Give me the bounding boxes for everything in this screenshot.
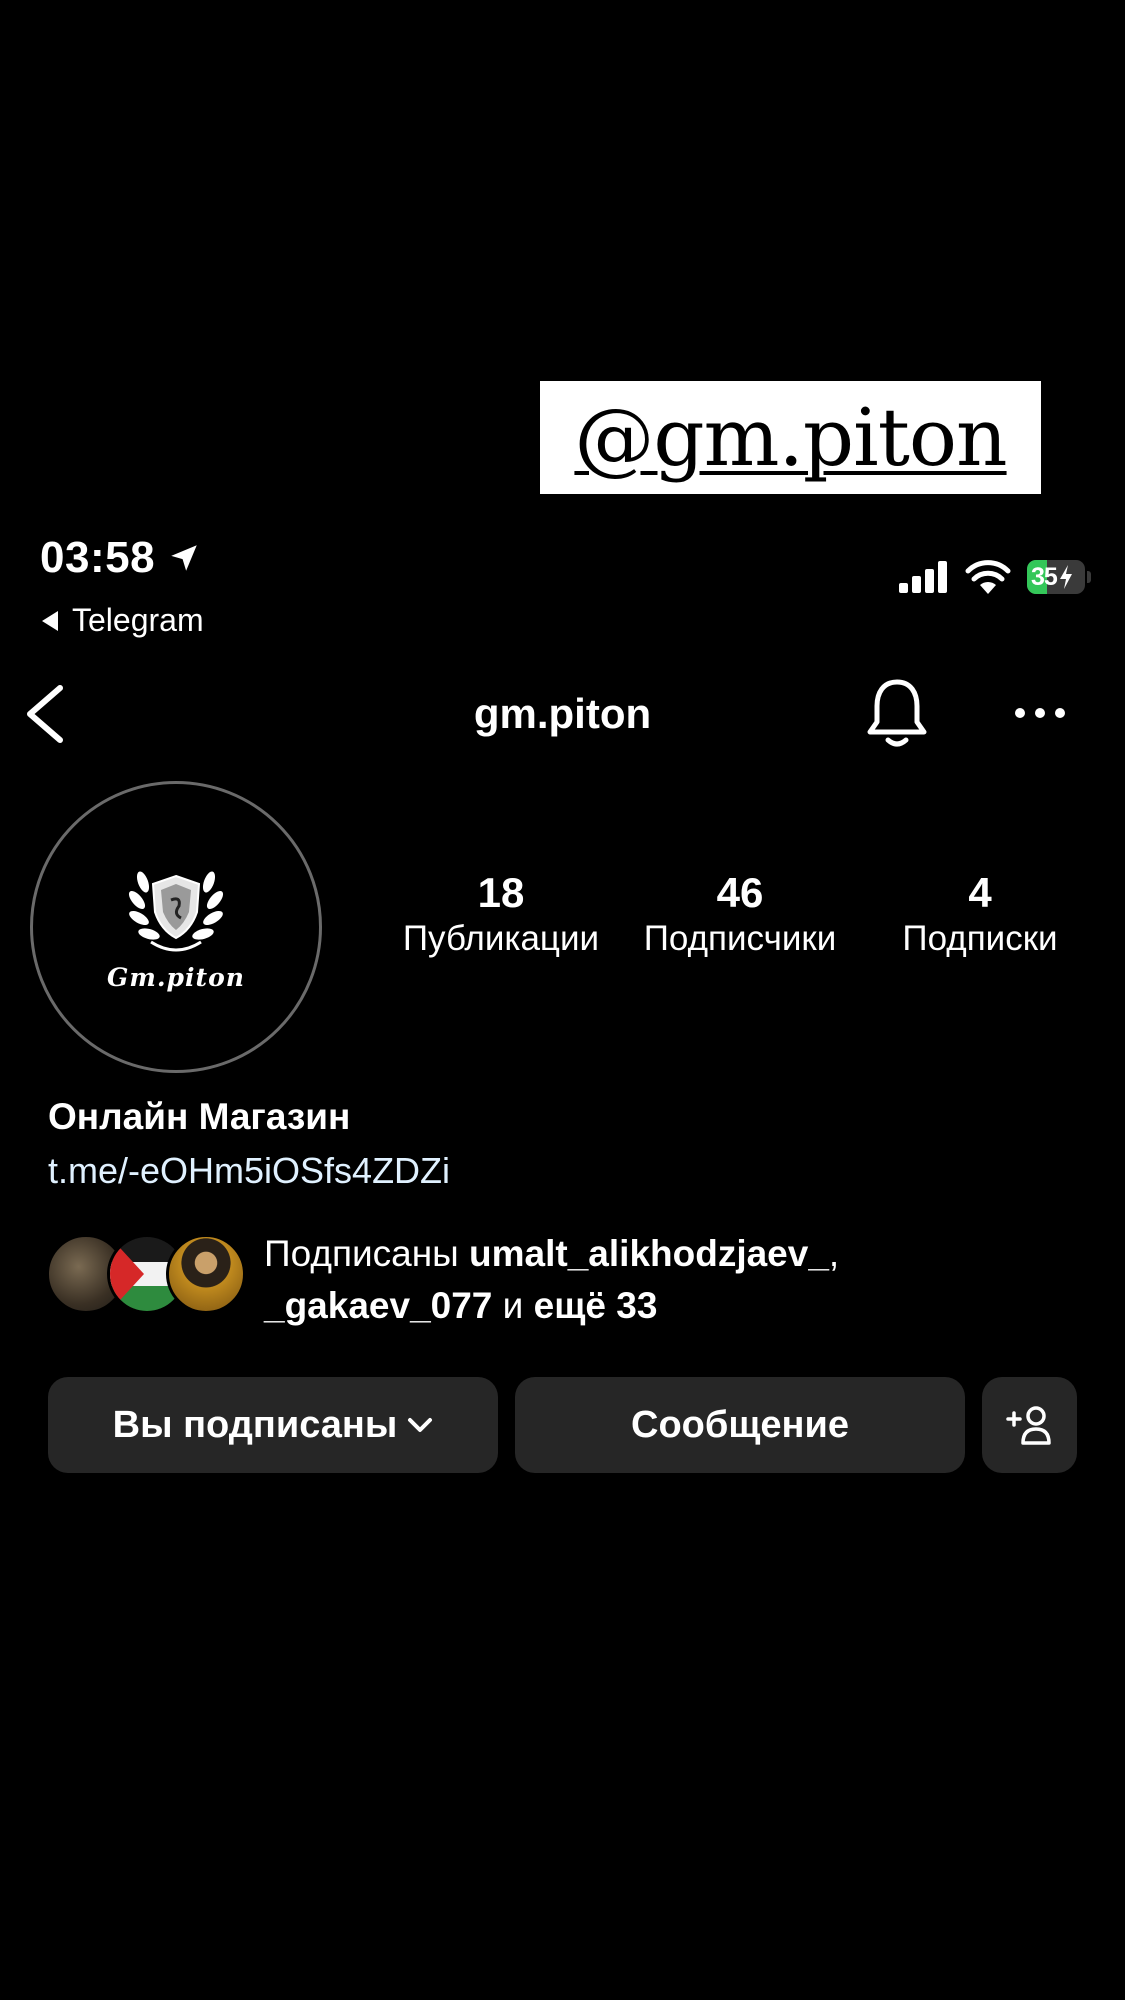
add-person-icon xyxy=(1005,1406,1051,1445)
followed-middle: и xyxy=(492,1285,534,1326)
followed-rest[interactable]: ещё 33 xyxy=(534,1285,658,1326)
stat-following[interactable]: 4 Подписки xyxy=(872,869,1088,962)
time-text: 03:58 xyxy=(40,533,156,582)
back-to-telegram[interactable]: Telegram xyxy=(40,602,204,639)
following-button-label: Вы подписаны xyxy=(112,1403,398,1446)
sticker-text: @gm.piton xyxy=(574,391,1007,484)
bell-icon[interactable] xyxy=(866,676,928,750)
suggested-users-button[interactable] xyxy=(982,1377,1077,1473)
profile-username-title: gm.piton xyxy=(473,690,652,737)
location-arrow-icon xyxy=(171,545,197,571)
chevron-down-icon xyxy=(408,1418,433,1432)
back-app-label: Telegram xyxy=(72,602,204,638)
cellular-signal-icon xyxy=(899,561,947,593)
stat-posts[interactable]: 18 Публикации xyxy=(391,869,611,962)
laurel-shield-logo-icon xyxy=(128,871,224,952)
back-triangle-icon xyxy=(42,610,58,631)
message-button-label: Сообщение xyxy=(631,1403,849,1446)
followed-by-text[interactable]: Подписаны umalt_alikhodzjaev_, _gakaev_0… xyxy=(264,1228,839,1332)
battery-level: 35 xyxy=(1031,562,1058,591)
username-sticker: @gm.piton xyxy=(540,381,1041,494)
followers-count: 46 xyxy=(716,869,764,916)
followed-user-2[interactable]: _gakaev_077 xyxy=(264,1285,492,1326)
posts-count: 18 xyxy=(477,869,525,916)
avatar-brand-text: Gm.piton xyxy=(107,963,245,992)
followed-prefix: Подписаны xyxy=(264,1233,470,1274)
follower-avatar-3[interactable] xyxy=(166,1234,246,1314)
followed-user-1[interactable]: umalt_alikhodzjaev_ xyxy=(469,1233,829,1274)
status-time: 03:58 xyxy=(40,533,201,583)
more-options-icon[interactable] xyxy=(1014,703,1066,723)
profile-avatar[interactable]: Gm.piton xyxy=(30,781,322,1073)
wifi-icon xyxy=(965,560,1011,594)
battery-icon: 35 xyxy=(1027,560,1085,594)
stat-followers[interactable]: 46 Подписчики xyxy=(630,869,850,962)
following-count: 4 xyxy=(968,869,992,916)
following-button[interactable]: Вы подписаны xyxy=(48,1377,498,1473)
following-label: Подписки xyxy=(902,919,1058,959)
status-indicators: 35 xyxy=(899,560,1091,594)
followers-label: Подписчики xyxy=(643,919,837,959)
charging-bolt-icon xyxy=(1059,565,1072,589)
followed-sep: , xyxy=(828,1233,840,1274)
profile-display-name: Онлайн Магазин xyxy=(48,1096,351,1137)
message-button[interactable]: Сообщение xyxy=(515,1377,965,1473)
battery-cap xyxy=(1087,571,1091,583)
posts-label: Публикации xyxy=(402,919,600,959)
profile-link[interactable]: t.me/-eOHm5iOSfs4ZDZi xyxy=(48,1150,450,1192)
